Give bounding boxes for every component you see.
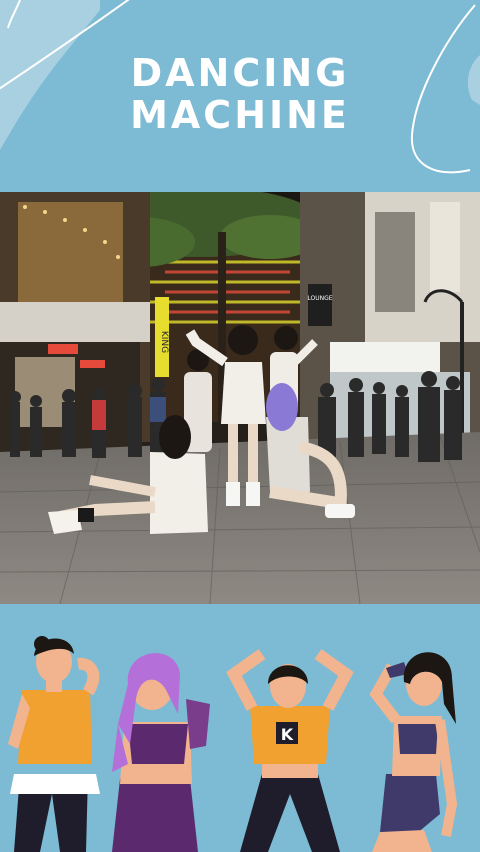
lounge-sign: LOUNGE [307,295,332,302]
cartoon-dancer-purple [112,653,210,852]
shirt-logo: K [281,725,294,744]
dance-photo: KING LOUNGE [0,192,480,604]
dancer-illustrations: K [0,604,480,852]
title-line-1: DANCING [130,51,350,95]
page-title: DANCING MACHINE [0,52,480,136]
title-line-2: MACHINE [130,93,350,137]
title-banner: DANCING MACHINE [0,0,480,192]
cartoon-dancers: K [8,636,458,852]
cartoon-dancer-k-shirt: K [226,649,354,852]
cartoon-dancer-orange [8,636,100,852]
cartoon-dancer-crop-top [369,652,458,852]
vertical-sign: KING [159,331,169,353]
street-scene: KING LOUNGE [0,192,480,604]
